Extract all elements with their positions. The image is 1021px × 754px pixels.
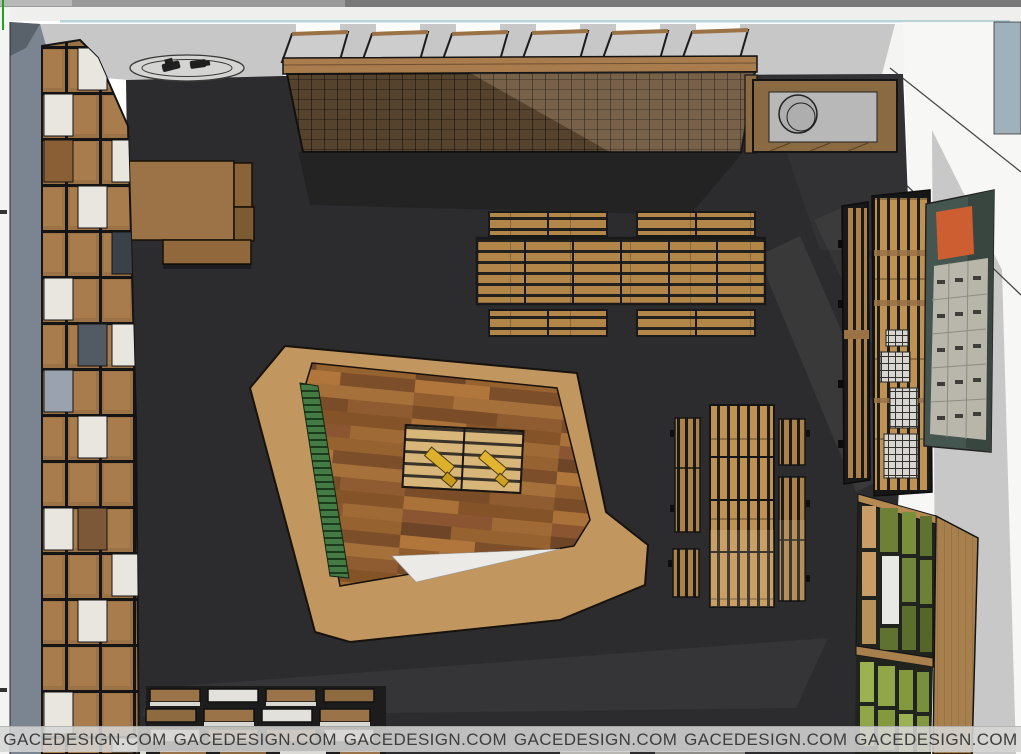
watermark-text: GACEDESIGN.COM [0,730,170,750]
watermark-text: GACEDESIGN.COM [681,730,851,750]
panel-shadow [298,150,745,215]
counter-stool [779,95,817,133]
watermark-text: GACEDESIGN.COM [851,730,1021,750]
entrance-mat [130,55,244,81]
interior-render [0,0,1021,754]
slat-bench [675,418,700,532]
hanging-slatted-ceiling-panel [283,56,757,153]
left-cube-shelving-wall [42,40,139,754]
axis-line-green [2,0,4,30]
white-cubby [882,556,899,624]
watermark-text: GACEDESIGN.COM [340,730,510,750]
top-wall-band [0,0,1021,23]
wall-top-highlight [60,20,1010,23]
watermark-text: GACEDESIGN.COM [511,730,681,750]
cubby-cells-upper [862,506,932,652]
slat-bench [779,419,805,465]
watermark-band: GACEDESIGN.COM GACEDESIGN.COM GACEDESIGN… [0,726,1021,752]
wall-poster [924,190,994,452]
tall-slat-display-shelves [838,190,932,496]
left-outer-edge [0,8,10,754]
render-viewport: GACEDESIGN.COM GACEDESIGN.COM GACEDESIGN… [0,0,1021,754]
service-counter [753,80,897,152]
vertical-slat-seating [668,405,810,607]
green-cubby-shelf [855,494,978,754]
watermark-text: GACEDESIGN.COM [170,730,340,750]
blue-gray-wall [994,22,1021,134]
poster-orange-seal [936,206,974,260]
slat-bench [673,549,699,597]
